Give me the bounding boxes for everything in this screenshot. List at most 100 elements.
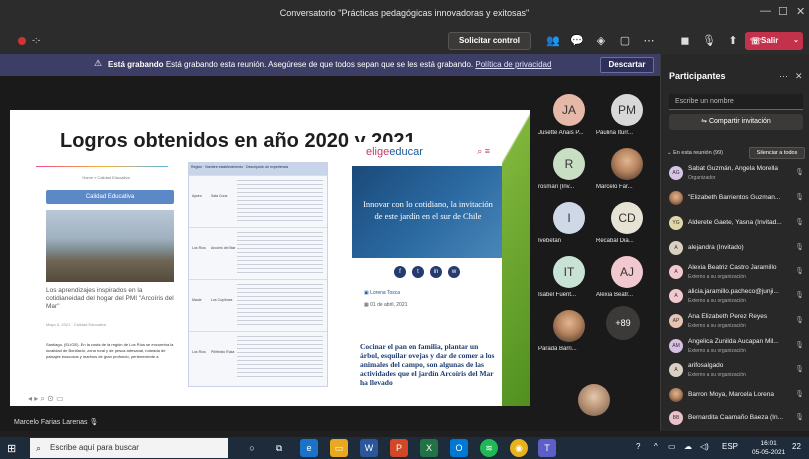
breadcrumb: Home » Calidad Educativa (82, 175, 130, 180)
participant-name: alejandra (Invitado) (688, 244, 744, 251)
show-hidden-icons[interactable]: ^ (654, 442, 658, 451)
participant-row[interactable]: YG Alderete Gaete, Yasna (Invitad... 🎙 (661, 212, 809, 236)
recording-indicator-icon (18, 37, 26, 45)
avatar (669, 191, 683, 205)
warning-icon: ⚠ (94, 58, 103, 68)
leave-button[interactable]: ☏ Salir ⌄ (745, 32, 803, 50)
cloud-icon[interactable]: ☁ (684, 442, 692, 451)
task-view-icon[interactable]: ⧉ (270, 439, 288, 457)
avatar: JA (553, 94, 585, 126)
help-icon[interactable]: ? (636, 442, 640, 451)
name-search-input[interactable]: Escribe un nombre (669, 94, 803, 110)
participant-row[interactable]: AM Angelica Zunilda Aucapan Mil... Exter… (661, 335, 809, 359)
excel-icon[interactable]: X (420, 439, 438, 457)
reactions-icon[interactable]: ▢ (618, 34, 632, 47)
participant-tile[interactable]: R rosmari (Inv... (538, 144, 596, 194)
participant-row[interactable]: AP Ana Elizabeth Perez Reyes Externo a s… (661, 310, 809, 334)
participant-row[interactable]: AG Sabat Guzmán, Angela Morella Organiza… (661, 162, 809, 186)
close-button[interactable]: ✕ (796, 5, 805, 18)
speaker-icon[interactable]: ◁) (700, 442, 709, 451)
notification-badge[interactable]: 22 (792, 442, 801, 451)
maximize-button[interactable]: ☐ (778, 5, 788, 18)
tile-name: Marcelo Far... (596, 184, 633, 190)
hero-text: Innovar con lo cotidiano, la invitación … (363, 199, 493, 221)
request-control-button[interactable]: Solicitar control (448, 32, 531, 50)
table-row: Maule Los Copihues (189, 279, 327, 331)
close-panel-icon[interactable]: ✕ (795, 71, 803, 82)
participant-row[interactable]: A arifosalgado Externo a su organización… (661, 359, 809, 383)
search-placeholder: Escribe aquí para buscar (50, 443, 139, 452)
taskbar-search[interactable]: ⌕ Escribe aquí para buscar (30, 438, 228, 458)
mic-off-icon[interactable]: 🎙 (702, 34, 716, 47)
avatar: R (553, 148, 585, 180)
participant-tile[interactable]: AJ Alexia Beatr... (596, 252, 654, 302)
share-invite-button[interactable]: ⇋ Compartir invitación (669, 114, 803, 130)
outlook-icon[interactable]: O (450, 439, 468, 457)
in-meeting-section[interactable]: ⌄ En esta reunión (99) (667, 150, 723, 156)
participant-name: arifosalgado (688, 362, 724, 369)
avatar: PM (611, 94, 643, 126)
word-icon[interactable]: W (360, 439, 378, 457)
slide-controls[interactable]: ◂ ▸ ⌕ ⊙ ▭ (28, 394, 64, 404)
windows-start-icon[interactable]: ⊞ (7, 442, 16, 455)
mic-off-icon: 🎙 (795, 194, 804, 201)
participant-row[interactable]: "Elizabeth Barrientos Guzman... 🎙 (661, 187, 809, 211)
participant-row[interactable]: Barron Moya, Marcela Lorena 🎙 (661, 384, 809, 408)
more-options-icon[interactable]: ⋯ (642, 34, 656, 47)
participant-name: Alexia Beatriz Castro Jaramillo (688, 264, 777, 271)
participant-row[interactable]: A Alexia Beatriz Castro Jaramillo Extern… (661, 261, 809, 285)
taskbar-clock[interactable]: 16:01 05-05-2021 (752, 439, 785, 457)
privacy-policy-link[interactable]: Política de privacidad (475, 60, 551, 69)
search-icon: ⌕ (36, 443, 42, 453)
participant-tile[interactable]: CD Recabal Dia... (596, 198, 654, 248)
participant-name: Alderete Gaete, Yasna (Invitad... (688, 219, 782, 226)
avatar: A (669, 241, 683, 255)
participant-tile[interactable]: I Ivebetan (538, 198, 596, 248)
more-participants-badge[interactable]: +89 (606, 306, 640, 340)
network-icon[interactable]: ▭ (668, 442, 676, 451)
participant-tile[interactable]: Parada Barri... (538, 306, 596, 356)
teams-icon[interactable]: T (538, 439, 556, 457)
people-icon[interactable]: 👥 (546, 34, 560, 47)
participant-tile[interactable]: JA Jusette Anais P... (538, 90, 596, 140)
participant-tile[interactable]: IT Isabel Fuent... (538, 252, 596, 302)
title-bar: Conversatorio "Prácticas pedagógicas inn… (0, 0, 809, 28)
table-cell: Arcoíris del Mar (211, 246, 236, 250)
language-indicator[interactable]: ESP (722, 442, 738, 451)
participant-tile[interactable]: PM Paulina Iturr... (596, 90, 654, 140)
self-view-avatar[interactable] (578, 384, 610, 416)
window-title: Conversatorio "Prácticas pedagógicas inn… (279, 8, 530, 18)
participant-tile[interactable]: Marcelo Far... (596, 144, 654, 194)
table-cell: Aysén (192, 194, 202, 198)
mic-off-icon: 🎙 (795, 292, 804, 299)
camera-off-icon[interactable]: ◼ (678, 34, 692, 47)
table-cell: Los Ríos (192, 350, 206, 354)
cortana-icon[interactable]: ○ (243, 439, 261, 457)
mic-off-icon: 🎙 (795, 342, 804, 349)
breakout-rooms-icon[interactable]: ◈ (594, 34, 608, 47)
minimize-button[interactable]: — (760, 5, 771, 17)
clock-date: 05-05-2021 (752, 449, 786, 456)
chat-icon[interactable]: 💬 (570, 34, 584, 47)
dismiss-button[interactable]: Descartar (600, 57, 654, 73)
file-explorer-icon[interactable]: ▭ (330, 439, 348, 457)
more-options-icon[interactable]: ⋯ (779, 71, 788, 82)
table-header: Región · Nombre establecimiento · Descri… (189, 163, 327, 175)
powerpoint-icon[interactable]: P (390, 439, 408, 457)
beach-photo (46, 210, 174, 282)
avatar (553, 310, 585, 342)
participant-role: Externo a su organización (688, 274, 746, 280)
participant-row[interactable]: A alejandra (Invitado) 🎙 (661, 237, 809, 261)
share-screen-icon[interactable]: ⬆ (726, 34, 740, 47)
participant-name: Bernardita Caamaño Baeza (In... (688, 414, 784, 421)
chevron-down-icon[interactable]: ⌄ (793, 32, 799, 50)
edge-icon[interactable]: e (300, 439, 318, 457)
spotify-icon[interactable]: ≋ (480, 439, 498, 457)
participant-name: Barron Moya, Marcela Lorena (688, 391, 774, 398)
participant-name: alicia.jaramillo.pacheco@junji... (688, 288, 779, 295)
participant-row[interactable]: A alicia.jaramillo.pacheco@junji... Exte… (661, 285, 809, 309)
chrome-icon[interactable]: ◉ (510, 439, 528, 457)
participant-row[interactable]: BB Bernardita Caamaño Baeza (In... 🎙 (661, 407, 809, 431)
participant-role: Externo a su organización (688, 323, 746, 329)
mute-all-button[interactable]: Silenciar a todos (749, 147, 805, 159)
